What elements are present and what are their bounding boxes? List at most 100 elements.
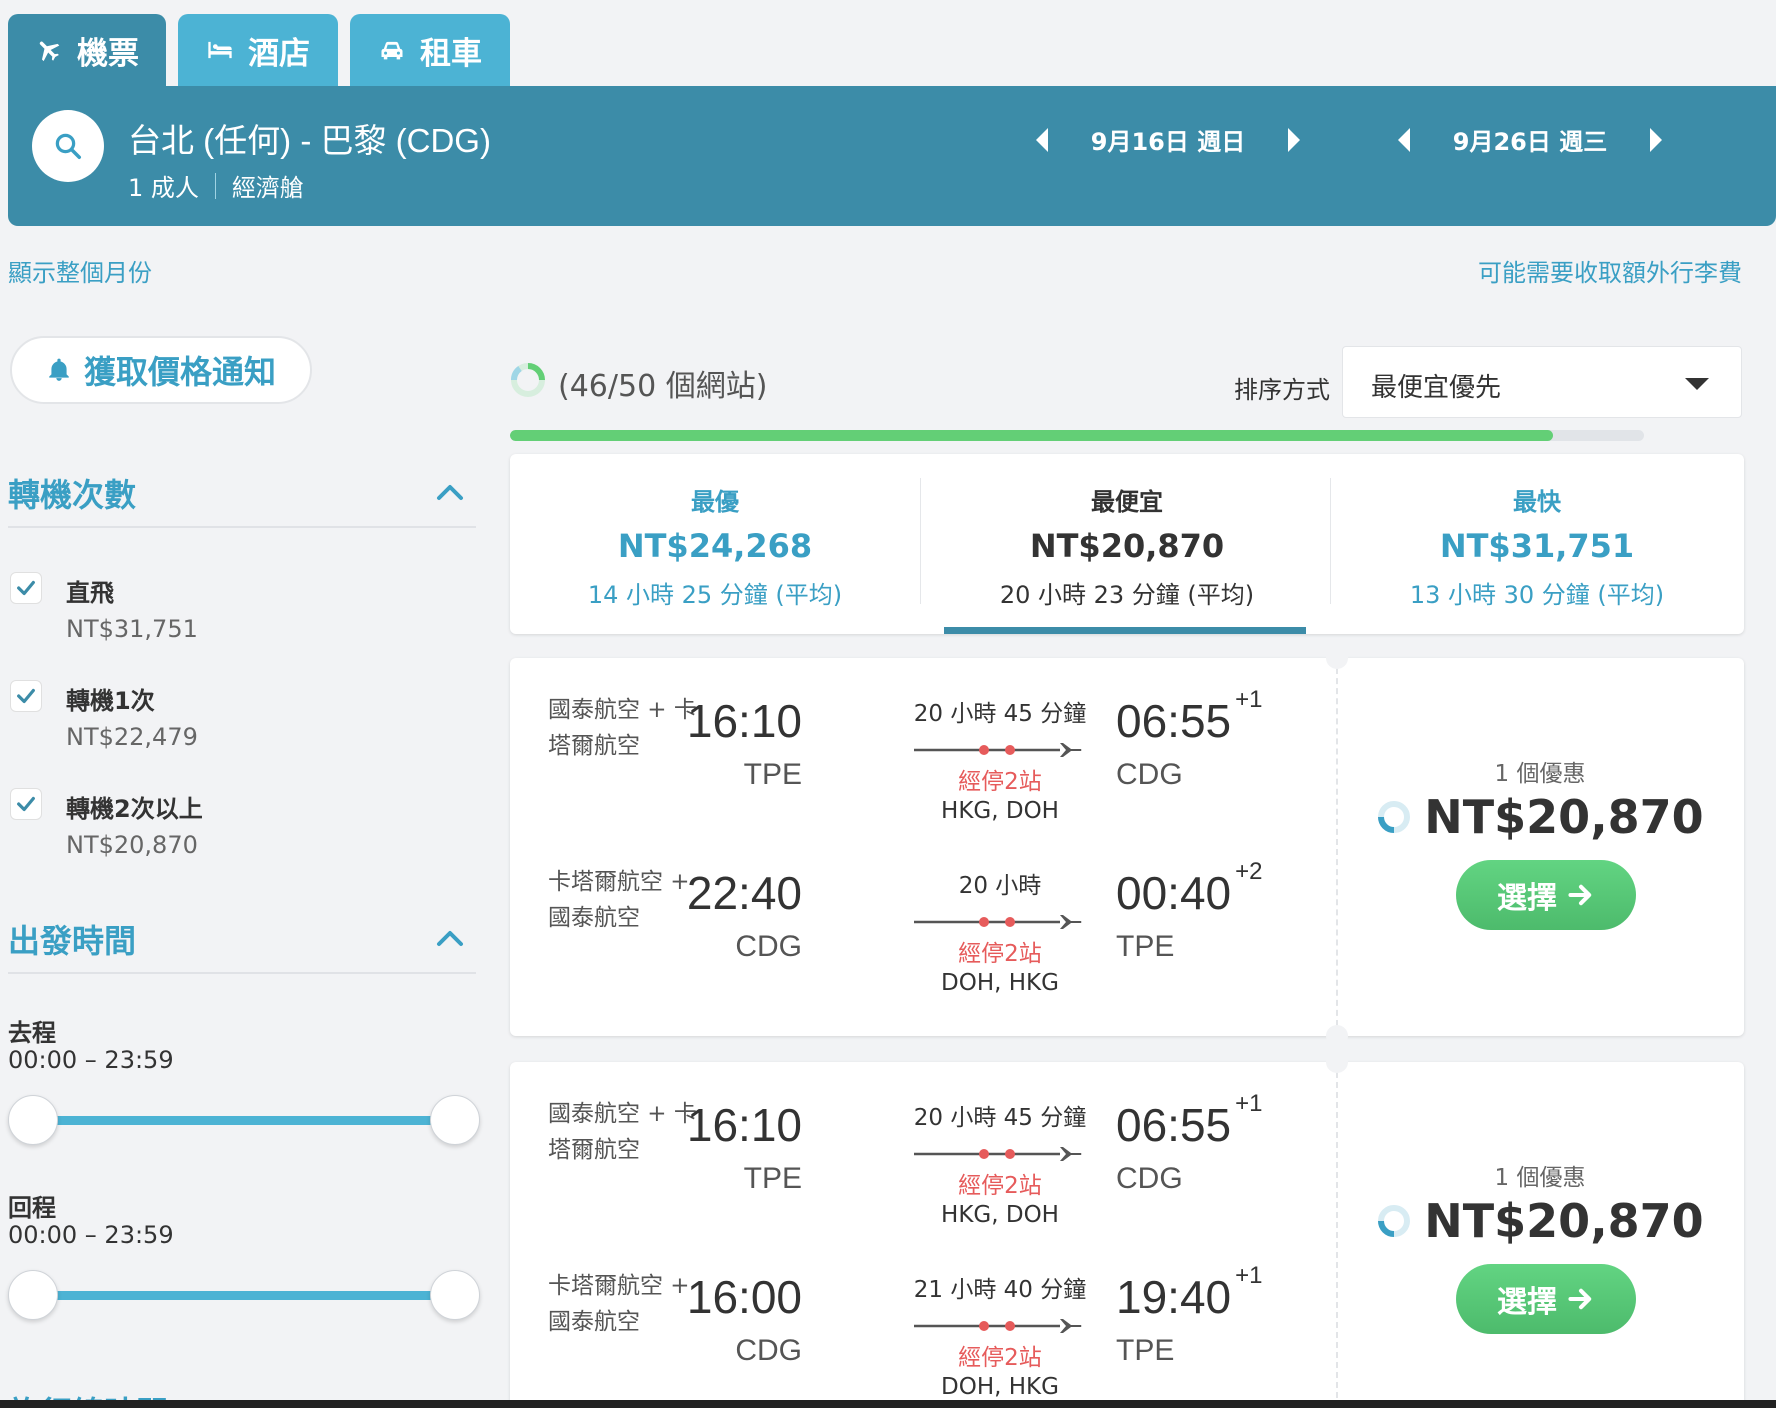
sort-tab-cheapest[interactable]: 最便宜 NT$20,870 20 小時 23 分鐘 (平均) <box>922 454 1332 634</box>
sites-search-status: (46/50 個網站) <box>558 369 768 404</box>
sort-tab-title: 最便宜 <box>1091 488 1163 516</box>
price-alert-label: 獲取價格通知 <box>83 353 276 391</box>
departure-time: 16:10 <box>686 695 802 747</box>
stops-two-plus-checkbox[interactable] <box>10 788 42 820</box>
sort-tab-duration: 14 小時 25 分鐘 (平均) <box>587 581 843 609</box>
tab-flights[interactable]: 機票 <box>8 14 166 86</box>
route-line-icon <box>914 1319 1082 1333</box>
loading-spinner-icon <box>1378 1205 1411 1237</box>
return-time-range: 00:00 – 23:59 <box>8 1221 174 1249</box>
route-title[interactable]: 台北 (任何) - 巴黎 (CDG) <box>128 114 491 162</box>
checkmark-icon <box>17 688 35 704</box>
sort-tab-best[interactable]: 最優 NT$24,268 14 小時 25 分鐘 (平均) <box>510 454 920 634</box>
return-date-next-arrow-icon[interactable] <box>1650 127 1662 152</box>
select-button-label: 選擇 <box>1497 881 1557 916</box>
slider-handle-start[interactable] <box>8 1270 58 1320</box>
sort-tab-fastest[interactable]: 最快 NT$31,751 13 小時 30 分鐘 (平均) <box>1332 454 1742 634</box>
outbound-time-slider[interactable] <box>8 1093 480 1147</box>
search-summary-banner: 台北 (任何) - 巴黎 (CDG) 1 成人 經濟艙 9月16日 週日 9月2… <box>8 86 1776 226</box>
deal-count[interactable]: 1 個優惠 <box>1336 754 1744 788</box>
return-date[interactable]: 9月26日 週三 <box>1410 122 1650 157</box>
arrival-time: 19:40 +1 <box>1116 1262 1263 1324</box>
depart-date[interactable]: 9月16日 週日 <box>1048 122 1288 157</box>
departure-airport: TPE <box>743 1162 802 1195</box>
product-tabs: 機票 酒店 租車 <box>8 14 510 86</box>
tab-cars[interactable]: 租車 <box>350 14 510 86</box>
arrival-time: 00:40 +2 <box>1116 858 1263 920</box>
arrival-time-value: 06:55 <box>1116 1099 1232 1151</box>
layover-airports: DOH, HKG <box>941 1374 1059 1400</box>
tab-hotels[interactable]: 酒店 <box>178 14 338 86</box>
flight-duration: 21 小時 40 分鐘 <box>913 1277 1087 1303</box>
slider-handle-end[interactable] <box>430 1270 480 1320</box>
loading-spinner-icon <box>1378 801 1411 833</box>
divider <box>8 972 476 974</box>
sort-tab-duration: 20 小時 23 分鐘 (平均) <box>999 581 1255 609</box>
select-button-label: 選擇 <box>1497 1285 1557 1320</box>
flight-price-value: NT$20,870 <box>1424 1194 1704 1248</box>
depart-date-next-arrow-icon[interactable] <box>1288 127 1300 152</box>
flight-price-value: NT$20,870 <box>1424 790 1704 844</box>
departure-time: 22:40 <box>686 867 802 919</box>
stops-direct-checkbox[interactable] <box>10 572 42 604</box>
divider <box>1336 658 1338 1036</box>
outbound-label: 去程 <box>8 1019 56 1047</box>
stops-one-checkbox[interactable] <box>10 680 42 712</box>
bed-icon <box>208 41 232 59</box>
search-progress-bar <box>510 430 1644 441</box>
stops-one-label[interactable]: 轉機1次 <box>66 681 155 716</box>
slider-handle-end[interactable] <box>430 1095 480 1145</box>
slider-track[interactable] <box>32 1116 456 1125</box>
caret-down-icon <box>1685 378 1709 390</box>
return-time-slider[interactable] <box>8 1268 480 1322</box>
select-flight-button[interactable]: 選擇 <box>1456 860 1636 930</box>
return-date-prev-arrow-icon[interactable] <box>1398 127 1410 152</box>
flight-result-card[interactable]: 國泰航空 + 卡塔爾航空 16:10 TPE 20 小時 45 分鐘 經停2站 … <box>510 1051 1744 1408</box>
day-offset: +1 <box>1235 1261 1263 1289</box>
outbound-time-range: 00:00 – 23:59 <box>8 1046 174 1074</box>
baggage-fee-link[interactable]: 可能需要收取額外行李費 <box>1478 253 1742 288</box>
stops-two-plus-label[interactable]: 轉機2次以上 <box>66 789 203 824</box>
checkmark-icon <box>17 796 35 812</box>
stops-direct-label[interactable]: 直飛 <box>66 573 114 608</box>
slider-track[interactable] <box>32 1291 456 1300</box>
chevron-up-icon[interactable] <box>436 928 464 948</box>
price-alert-button[interactable]: 獲取價格通知 <box>10 336 312 404</box>
stops-one-price: NT$22,479 <box>66 723 198 751</box>
select-flight-button[interactable]: 選擇 <box>1456 1264 1636 1334</box>
day-offset: +1 <box>1235 685 1263 713</box>
show-whole-month-link[interactable]: 顯示整個月份 <box>8 253 152 288</box>
flight-leg-outbound: 國泰航空 + 卡塔爾航空 16:10 TPE 20 小時 45 分鐘 經停2站 … <box>510 658 1330 824</box>
divider <box>214 172 216 199</box>
search-button[interactable] <box>32 110 104 182</box>
ticket-notch <box>1326 1025 1348 1047</box>
deal-count[interactable]: 1 個優惠 <box>1336 1158 1744 1192</box>
tab-hotels-label: 酒店 <box>248 35 310 72</box>
sort-tab-price: NT$20,870 <box>1029 527 1225 565</box>
departure-time: 16:00 <box>686 1271 802 1323</box>
sort-tab-title: 最優 <box>691 488 739 516</box>
departure-airport: TPE <box>743 758 802 791</box>
sort-tab-duration: 13 小時 30 分鐘 (平均) <box>1409 581 1665 609</box>
stops-filter-title[interactable]: 轉機次數 <box>8 470 136 516</box>
departure-time-filter-title[interactable]: 出發時間 <box>8 916 136 962</box>
depart-date-prev-arrow-icon[interactable] <box>1036 127 1048 152</box>
departure-airport: CDG <box>735 1334 802 1367</box>
chevron-up-icon[interactable] <box>436 482 464 502</box>
day-offset: +2 <box>1235 857 1263 885</box>
sort-dropdown[interactable]: 最便宜優先 <box>1342 346 1742 418</box>
arrival-time: 06:55 +1 <box>1116 686 1263 748</box>
flight-result-card[interactable]: 國泰航空 + 卡塔爾航空 16:10 TPE 20 小時 45 分鐘 經停2站 … <box>510 647 1744 1047</box>
arrow-right-icon <box>1568 884 1592 906</box>
cabin-class: 經濟艙 <box>231 174 304 202</box>
depart-date-picker: 9月16日 週日 <box>1036 122 1300 157</box>
arrival-time-value: 00:40 <box>1116 867 1232 919</box>
arrival-time-value: 06:55 <box>1116 695 1232 747</box>
layover-airports: HKG, DOH <box>941 798 1059 824</box>
slider-handle-start[interactable] <box>8 1095 58 1145</box>
plane-icon <box>39 41 60 62</box>
checkmark-icon <box>17 580 35 596</box>
passenger-cabin-summary[interactable]: 1 成人 經濟艙 <box>128 168 304 203</box>
search-icon <box>55 133 81 159</box>
route-line-icon <box>914 1147 1082 1161</box>
